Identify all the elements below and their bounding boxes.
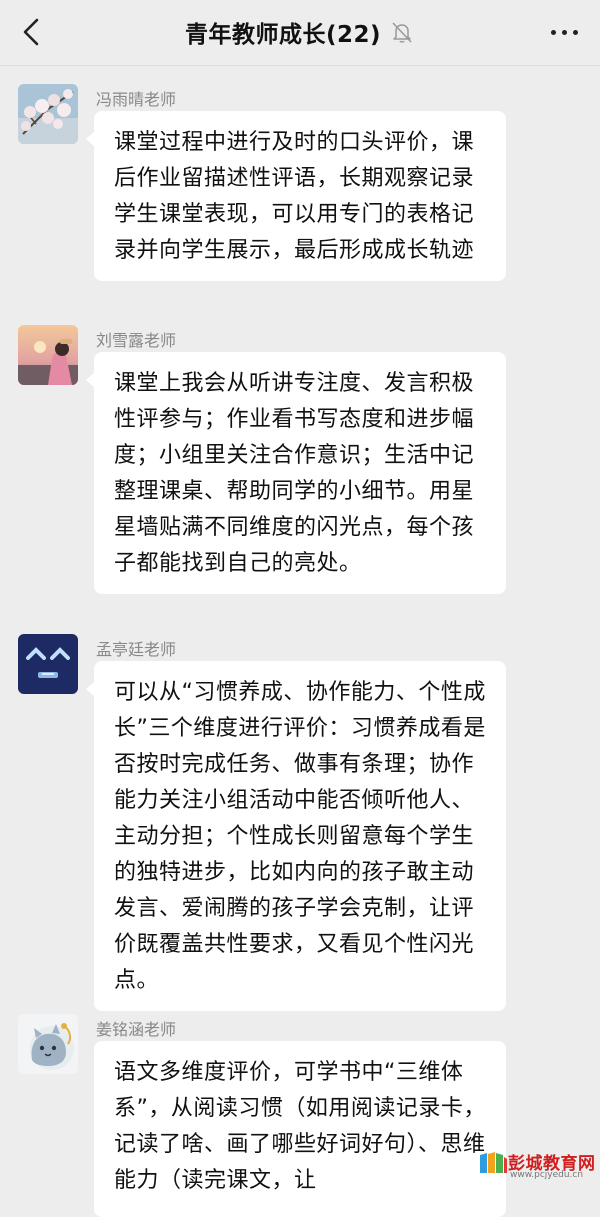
bell-muted-icon xyxy=(392,22,412,43)
message-bubble[interactable]: 课堂上我会从听讲专注度、发言积极性评参与；作业看书写态度和进步幅度；小组里关注合… xyxy=(86,352,506,594)
sender-name: 姜铭涵老师 xyxy=(96,1020,177,1039)
avatar[interactable] xyxy=(18,84,78,144)
blue-smiley-avatar-icon xyxy=(18,634,78,694)
more-options-button[interactable] xyxy=(542,14,586,50)
message-bubble[interactable]: 语文多维度评价，可学书中“三维体系”，从阅读习惯（如用阅读记录卡，记读了啥、画了… xyxy=(94,1041,506,1217)
message-bubble[interactable]: 可以从“习惯养成、协作能力、个性成长”三个维度进行评价：习惯养成看是否按时完成任… xyxy=(86,661,506,1011)
header-divider xyxy=(0,65,600,66)
avatar[interactable] xyxy=(18,325,78,385)
site-watermark: 彭城教育网 www.pcjyedu.cn xyxy=(478,1149,596,1183)
chat-title: 青年教师成长(22) xyxy=(184,22,382,48)
sender-name: 孟亭廷老师 xyxy=(96,640,177,659)
avatar[interactable] xyxy=(18,634,78,694)
sunset-portrait-avatar-icon xyxy=(18,325,78,385)
avatar[interactable] xyxy=(18,1014,78,1074)
cartoon-cat-avatar-icon xyxy=(18,1014,78,1074)
sender-name: 刘雪露老师 xyxy=(96,331,177,350)
sender-name: 冯雨晴老师 xyxy=(96,90,177,109)
cherry-blossom-avatar-icon xyxy=(18,84,78,144)
watermark-url: www.pcjyedu.cn xyxy=(510,1170,584,1180)
message-bubble[interactable]: 课堂过程中进行及时的口头评价，课后作业留描述性评语，长期观察记录学生课堂表现，可… xyxy=(86,111,506,281)
chevron-left-icon xyxy=(23,18,39,46)
chat-header: 青年教师成长(22) xyxy=(0,0,600,64)
back-button[interactable] xyxy=(14,14,50,50)
more-dots-icon xyxy=(550,29,556,35)
books-logo-icon xyxy=(480,1152,507,1173)
